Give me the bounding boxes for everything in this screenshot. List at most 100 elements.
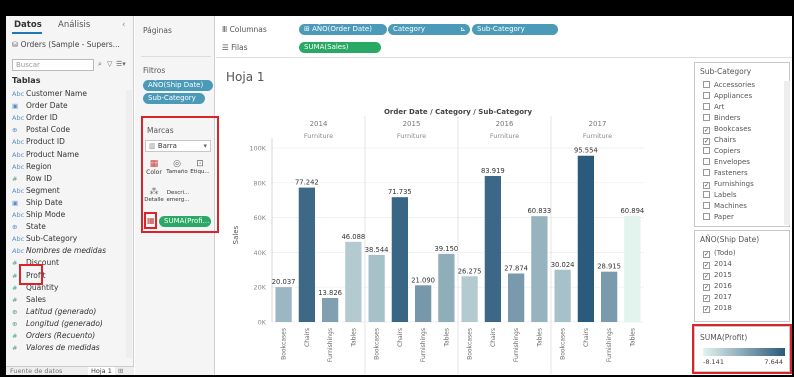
filter-option[interactable]: Binders	[703, 114, 740, 122]
x-tick-label: Bookcases	[560, 328, 567, 360]
tab-analisis[interactable]: Análisis	[58, 20, 90, 30]
field-item[interactable]: ⊕ Longitud (generado)	[12, 318, 103, 330]
field-item[interactable]: # Valores de medidas	[12, 342, 100, 354]
filter-option[interactable]: Fasteners	[703, 169, 748, 177]
filter-option[interactable]: ✓ 2017	[703, 293, 732, 302]
measure-icon: #	[12, 295, 18, 304]
field-item[interactable]: Abc Region	[12, 161, 52, 173]
field-item[interactable]: Abc Product Name	[12, 149, 79, 161]
field-item[interactable]: # Sales	[12, 294, 46, 306]
dimension-icon: Abc	[12, 162, 25, 171]
checkbox-icon[interactable]: ✓	[703, 273, 710, 280]
tab-data-source[interactable]: Fuente de datos	[10, 367, 62, 375]
checkbox-icon[interactable]	[703, 202, 710, 209]
bar[interactable]	[600, 271, 618, 322]
field-item[interactable]: ⊕ Postal Code	[12, 124, 70, 136]
checkbox-icon[interactable]: ✓	[703, 306, 710, 313]
filter-option[interactable]: Art	[703, 103, 724, 111]
tab-datos[interactable]: Datos	[14, 20, 42, 30]
bar[interactable]	[484, 175, 502, 322]
checkbox-icon[interactable]	[703, 81, 710, 88]
field-item[interactable]: Abc Customer Name	[12, 88, 87, 100]
filter-option[interactable]: ✓ Bookcases	[703, 125, 751, 134]
bar[interactable]	[298, 187, 316, 322]
checkbox-icon[interactable]: ✓	[703, 138, 710, 145]
checkbox-icon[interactable]: ✓	[703, 262, 710, 269]
checkbox-icon[interactable]	[703, 147, 710, 154]
subcategory-scrollbar[interactable]	[784, 81, 790, 225]
checkbox-icon[interactable]	[703, 169, 710, 176]
bar[interactable]	[391, 197, 409, 322]
field-item[interactable]: # Orders (Recuento)	[12, 330, 95, 342]
bar-value-label: 13.826	[318, 289, 342, 297]
field-item[interactable]: Abc Ship Mode	[12, 209, 65, 221]
bar[interactable]	[345, 241, 362, 322]
field-item[interactable]: Abc Order ID	[12, 112, 58, 124]
datasource-item[interactable]: ⛁ Orders (Sample - Supers...	[12, 40, 120, 49]
checkbox-icon[interactable]: ✓	[703, 295, 710, 302]
column-pill-year-order-date[interactable]: ⊞ AÑO(Order Date)	[299, 24, 387, 35]
filter-option[interactable]: Accessories	[703, 81, 755, 89]
y-tick-label: 60K	[253, 214, 266, 222]
field-item[interactable]: Abc Nombres de medidas	[12, 245, 106, 257]
tab-hoja-1[interactable]: Hoja 1	[88, 367, 115, 375]
bar[interactable]	[438, 253, 455, 322]
bar[interactable]	[461, 276, 478, 322]
bar[interactable]	[321, 297, 339, 322]
filter-option[interactable]: Copiers	[703, 147, 740, 155]
field-item[interactable]: ▣ Ship Date	[12, 197, 63, 209]
filter-option[interactable]: ✓ 2014	[703, 260, 732, 269]
bar[interactable]	[275, 287, 292, 322]
filter-option[interactable]: Envelopes	[703, 158, 750, 166]
filter-option[interactable]: Machines	[703, 202, 747, 210]
filter-option[interactable]: Appliances	[703, 92, 752, 100]
checkbox-icon[interactable]: ✓	[703, 284, 710, 291]
filter-option[interactable]: ✓ (Todo)	[703, 249, 736, 258]
view-options-icon[interactable]: ☰▾	[116, 60, 126, 68]
field-item[interactable]: Abc Product ID	[12, 136, 65, 148]
search-icon[interactable]: ⌕	[98, 60, 102, 69]
collapse-pane-icon[interactable]: ‹	[122, 20, 125, 30]
checkbox-icon[interactable]: ✓	[703, 127, 710, 134]
new-sheet-icon[interactable]: ⊞	[118, 367, 123, 375]
column-pill-category[interactable]: Category ⊾	[388, 24, 470, 35]
filter-option[interactable]: Labels	[703, 191, 737, 199]
field-item[interactable]: # Row ID	[12, 173, 52, 185]
filter-option[interactable]: ✓ Furnishings	[703, 180, 754, 189]
subcategory-filter-title: Sub-Category	[700, 67, 752, 76]
checkbox-icon[interactable]: ✓	[703, 251, 710, 258]
filter-option[interactable]: ✓ Chairs	[703, 136, 736, 145]
checkbox-icon[interactable]	[703, 191, 710, 198]
filter-pill-ship-date[interactable]: AÑO(Ship Date)	[143, 80, 213, 91]
checkbox-icon[interactable]	[703, 158, 710, 165]
column-pill-sub-category[interactable]: Sub-Category	[472, 24, 558, 35]
field-item[interactable]: Abc Segment	[12, 185, 60, 197]
filter-option[interactable]: ✓ 2015	[703, 271, 732, 280]
checkbox-icon[interactable]: ✓	[703, 182, 710, 189]
x-tick-label: Tables	[629, 328, 636, 348]
filter-option[interactable]: Paper	[703, 213, 734, 221]
bar[interactable]	[531, 216, 548, 322]
field-list-scrollbar[interactable]	[126, 90, 132, 358]
bar[interactable]	[414, 285, 432, 322]
filter-icon[interactable]: ▽	[107, 60, 112, 68]
bar[interactable]	[368, 254, 385, 322]
field-item[interactable]: ⊕ Latitud (generado)	[12, 306, 96, 318]
checkbox-icon[interactable]	[703, 213, 710, 220]
field-search-input[interactable]: Buscar	[12, 59, 94, 71]
bar[interactable]	[554, 269, 571, 322]
field-item[interactable]: ▣ Order Date	[12, 100, 68, 112]
bar[interactable]	[624, 216, 641, 322]
checkbox-icon[interactable]	[703, 103, 710, 110]
field-item[interactable]: Abc Sub-Category	[12, 233, 77, 245]
filter-option[interactable]: ✓ 2016	[703, 282, 732, 291]
bar[interactable]	[577, 155, 595, 322]
field-item[interactable]: ⊕ State	[12, 221, 46, 233]
bar[interactable]	[507, 273, 525, 322]
filter-pill-sub-category[interactable]: Sub-Category	[143, 93, 205, 104]
filter-option[interactable]: ✓ 2018	[703, 304, 732, 313]
checkbox-icon[interactable]	[703, 92, 710, 99]
highlight-color-legend	[692, 324, 792, 374]
checkbox-icon[interactable]	[703, 114, 710, 121]
row-pill-sum-sales[interactable]: SUMA(Sales)	[299, 42, 381, 53]
